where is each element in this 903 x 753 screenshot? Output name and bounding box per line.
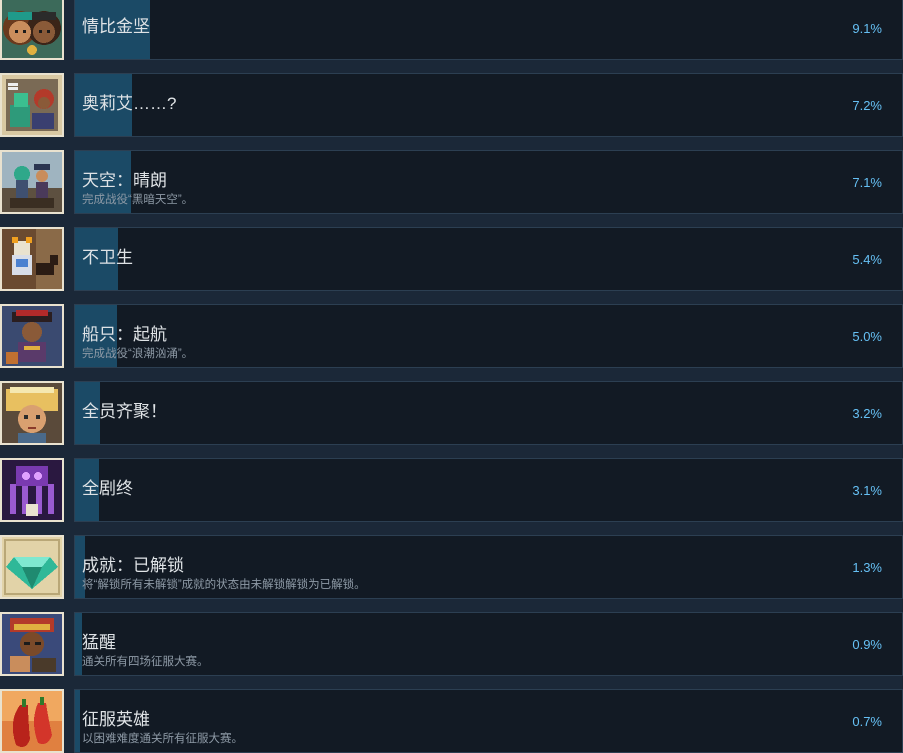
achievement-row[interactable]: 猛醒 通关所有四场征服大赛。 0.9% (0, 612, 903, 676)
couple-portrait-icon (0, 0, 64, 60)
gem-icon (0, 535, 64, 599)
achievement-title: 天空：晴朗 (82, 171, 167, 190)
achievement-row[interactable]: 不卫生 5.4% (0, 227, 903, 291)
achievement-title: 成就：已解锁 (82, 556, 184, 575)
achievement-panel: 全剧终 3.1% (74, 458, 903, 522)
achievement-description: 完成战役“浪潮汹涌”。 (82, 348, 194, 360)
achievement-panel: 奥莉艾……? 7.2% (74, 73, 903, 137)
achievement-panel: 全员齐聚！ 3.2% (74, 381, 903, 445)
achievement-panel: 船只：起航 完成战役“浪潮汹涌”。 5.0% (74, 304, 903, 368)
achievement-description: 将“解锁所有未解锁”成就的状态由未解锁解锁为已解锁。 (82, 579, 366, 591)
achievement-title: 全剧终 (82, 479, 133, 498)
achievement-title: 船只：起航 (82, 325, 167, 344)
achievement-row[interactable]: 成就：已解锁 将“解锁所有未解锁”成就的状态由未解锁解锁为已解锁。 1.3% (0, 535, 903, 599)
achievement-panel: 猛醒 通关所有四场征服大赛。 0.9% (74, 612, 903, 676)
achievement-title: 奥莉艾……? (82, 94, 177, 113)
achievement-panel: 天空：晴朗 完成战役“黑暗天空”。 7.1% (74, 150, 903, 214)
unlock-percent: 5.4% (852, 252, 882, 267)
achievement-title: 情比金坚 (82, 17, 150, 36)
progress-bar-fill (75, 690, 80, 752)
knight-and-dog-icon (0, 227, 64, 291)
achievement-description: 通关所有四场征服大赛。 (82, 656, 209, 668)
achievement-panel: 情比金坚 9.1% (74, 0, 903, 60)
achievement-title: 不卫生 (82, 248, 133, 267)
scroll-characters-icon (0, 73, 64, 137)
achievement-title: 征服英雄 (82, 710, 150, 729)
unlock-percent: 7.2% (852, 98, 882, 113)
achievement-description: 完成战役“黑暗天空”。 (82, 194, 194, 206)
achievement-panel: 成就：已解锁 将“解锁所有未解锁”成就的状态由未解锁解锁为已解锁。 1.3% (74, 535, 903, 599)
unlock-percent: 3.2% (852, 406, 882, 421)
sky-characters-icon (0, 150, 64, 214)
achievement-title: 猛醒 (82, 633, 116, 652)
unlock-percent: 1.3% (852, 560, 882, 575)
blonde-hero-icon (0, 381, 64, 445)
warrior-portrait-icon (0, 612, 64, 676)
progress-bar-fill (75, 613, 82, 675)
achievement-row[interactable]: 情比金坚 9.1% (0, 0, 903, 60)
pirate-captain-icon (0, 304, 64, 368)
achievement-row[interactable]: 全剧终 3.1% (0, 458, 903, 522)
unlock-percent: 7.1% (852, 175, 882, 190)
unlock-percent: 5.0% (852, 329, 882, 344)
achievement-row[interactable]: 征服英雄 以困难难度通关所有征服大赛。 0.7% (0, 689, 903, 753)
achievement-row[interactable]: 船只：起航 完成战役“浪潮汹涌”。 5.0% (0, 304, 903, 368)
unlock-percent: 3.1% (852, 483, 882, 498)
achievement-row[interactable]: 天空：晴朗 完成战役“黑暗天空”。 7.1% (0, 150, 903, 214)
unlock-percent: 0.7% (852, 714, 882, 729)
chili-peppers-icon (0, 689, 64, 753)
achievement-title: 全员齐聚！ (82, 402, 167, 421)
achievement-row[interactable]: 奥莉艾……? 7.2% (0, 73, 903, 137)
unlock-percent: 9.1% (852, 21, 882, 36)
unlock-percent: 0.9% (852, 637, 882, 652)
achievement-panel: 不卫生 5.4% (74, 227, 903, 291)
achievement-row[interactable]: 全员齐聚！ 3.2% (0, 381, 903, 445)
purple-tentacle-icon (0, 458, 64, 522)
achievement-description: 以困难难度通关所有征服大赛。 (82, 733, 243, 745)
achievement-panel: 征服英雄 以困难难度通关所有征服大赛。 0.7% (74, 689, 903, 753)
